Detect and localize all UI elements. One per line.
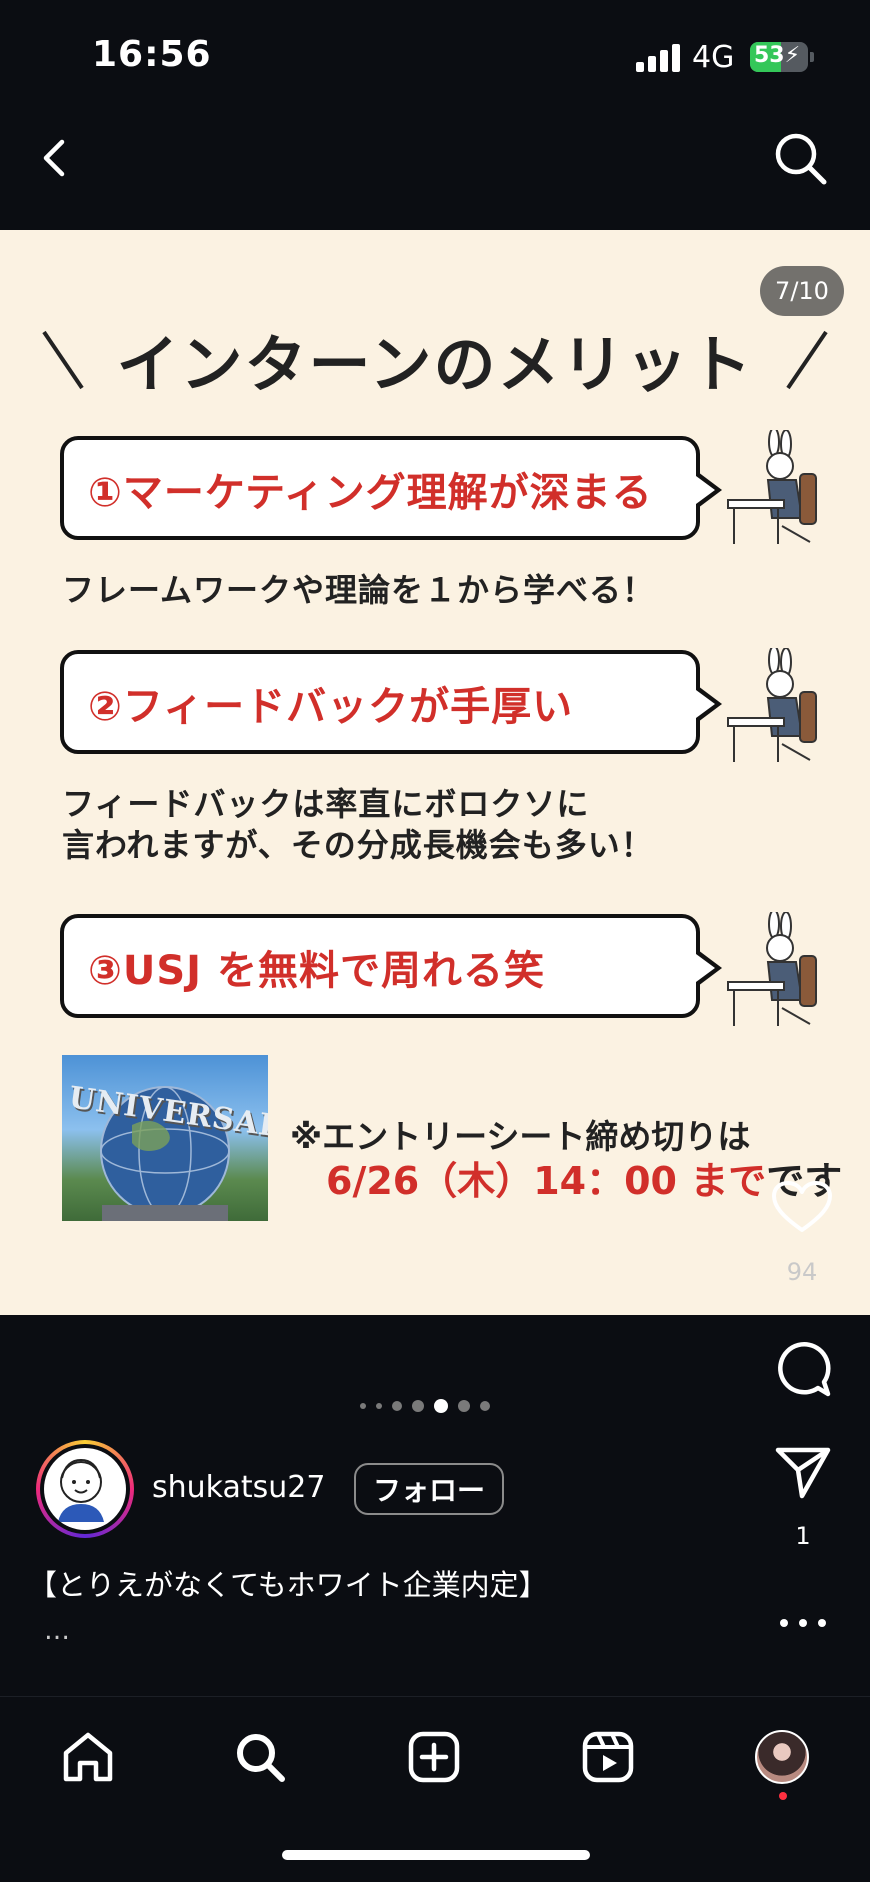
entry-deadline: 6/26（木）14：00 まで	[326, 1159, 767, 1203]
merit-title-1: ①マーケティング理解が深まる	[88, 470, 653, 516]
comment-button[interactable]	[774, 1340, 832, 1398]
merit-title-3: ③USJ を無料で周れる笑	[88, 948, 545, 994]
carousel-dot-active	[434, 1399, 448, 1413]
merit-title-2: ②フィードバックが手厚い	[88, 684, 574, 730]
profile-avatar	[755, 1730, 809, 1784]
merit-bubble-1: ①マーケティング理解が深まる	[60, 436, 722, 540]
carousel-dot	[392, 1401, 402, 1411]
author-username[interactable]: shukatsu27	[152, 1470, 325, 1505]
heart-icon	[772, 1181, 832, 1232]
merit-desc-2-line-1: フィードバックは率直にボロクソに	[62, 785, 590, 823]
carousel-dot	[360, 1403, 366, 1409]
page-counter: 7/10	[760, 266, 844, 316]
battery-icon: 53⚡	[750, 42, 808, 72]
entry-note-line-2: 6/26（木）14：00 までです	[326, 1150, 842, 1205]
status-time: 16:56	[92, 34, 212, 75]
carousel-dot	[376, 1403, 382, 1409]
nav-reels[interactable]	[576, 1725, 640, 1789]
like-button[interactable]	[770, 1180, 834, 1236]
search-icon	[775, 133, 827, 185]
carousel-dot	[458, 1400, 470, 1412]
back-button[interactable]	[30, 128, 80, 188]
merit-bubble-2: ②フィードバックが手厚い	[60, 650, 722, 754]
home-icon	[63, 1732, 113, 1782]
like-count: 94	[786, 1258, 818, 1286]
follow-button[interactable]: フォロー	[354, 1463, 504, 1515]
nav-home[interactable]	[56, 1725, 120, 1789]
more-icon	[799, 1619, 807, 1627]
nav-profile[interactable]	[750, 1725, 814, 1789]
heading-slash-right	[786, 330, 828, 390]
caption-more[interactable]: …	[44, 1616, 70, 1646]
post-image[interactable]: 7/10 インターンのメリット ①マーケティング理解が深まる フレームワークや理…	[0, 230, 870, 1315]
post-caption[interactable]: 【とりえがなくてもホワイト企業内定】	[28, 1562, 548, 1604]
rabbit-typing-icon	[727, 648, 817, 762]
chevron-left-icon	[43, 139, 65, 177]
search-icon	[237, 1734, 285, 1782]
battery-percent: 53⚡	[754, 43, 801, 68]
home-indicator	[282, 1850, 590, 1860]
post-heading: インターンのメリット	[116, 328, 754, 401]
carousel-dot	[480, 1401, 490, 1411]
rabbit-typing-icon	[727, 912, 817, 1026]
nav-create[interactable]	[402, 1725, 466, 1789]
carousel-dot	[412, 1400, 424, 1412]
share-button[interactable]	[774, 1446, 832, 1500]
usj-globe-photo: UNIVERSAL	[62, 1055, 268, 1221]
reels-icon	[582, 1731, 634, 1783]
network-type: 4G	[692, 40, 735, 75]
more-icon	[780, 1619, 788, 1627]
merit-desc-1: フレームワークや理論を１から学べる！	[62, 570, 655, 611]
merit-desc-2-line-2: 言われますが、その分成長機会も多い！	[62, 825, 654, 864]
merit-bubble-3: ③USJ を無料で周れる笑	[60, 914, 722, 1018]
merit-desc-2: フィードバックは率直にボロクソに 言われますが、その分成長機会も多い！	[62, 784, 654, 866]
create-icon	[408, 1731, 460, 1783]
status-bar: 16:56 4G 53⚡	[0, 0, 870, 110]
share-count: 1	[795, 1522, 811, 1550]
notification-dot	[779, 1792, 787, 1800]
search-button[interactable]	[770, 128, 830, 188]
nav-search[interactable]	[228, 1725, 292, 1789]
more-options-button[interactable]	[774, 1610, 832, 1636]
carousel-indicator	[360, 1398, 510, 1414]
comment-icon	[778, 1342, 831, 1397]
avatar-illustration	[44, 1448, 126, 1530]
author-avatar[interactable]	[36, 1440, 134, 1538]
send-icon	[775, 1447, 831, 1499]
merit-desc-1-line-1: フレームワークや理論を１から学べる！	[62, 571, 656, 609]
signal-icon	[636, 44, 680, 72]
rabbit-typing-icon	[727, 430, 817, 544]
battery-cap	[810, 52, 814, 62]
more-icon	[818, 1619, 826, 1627]
